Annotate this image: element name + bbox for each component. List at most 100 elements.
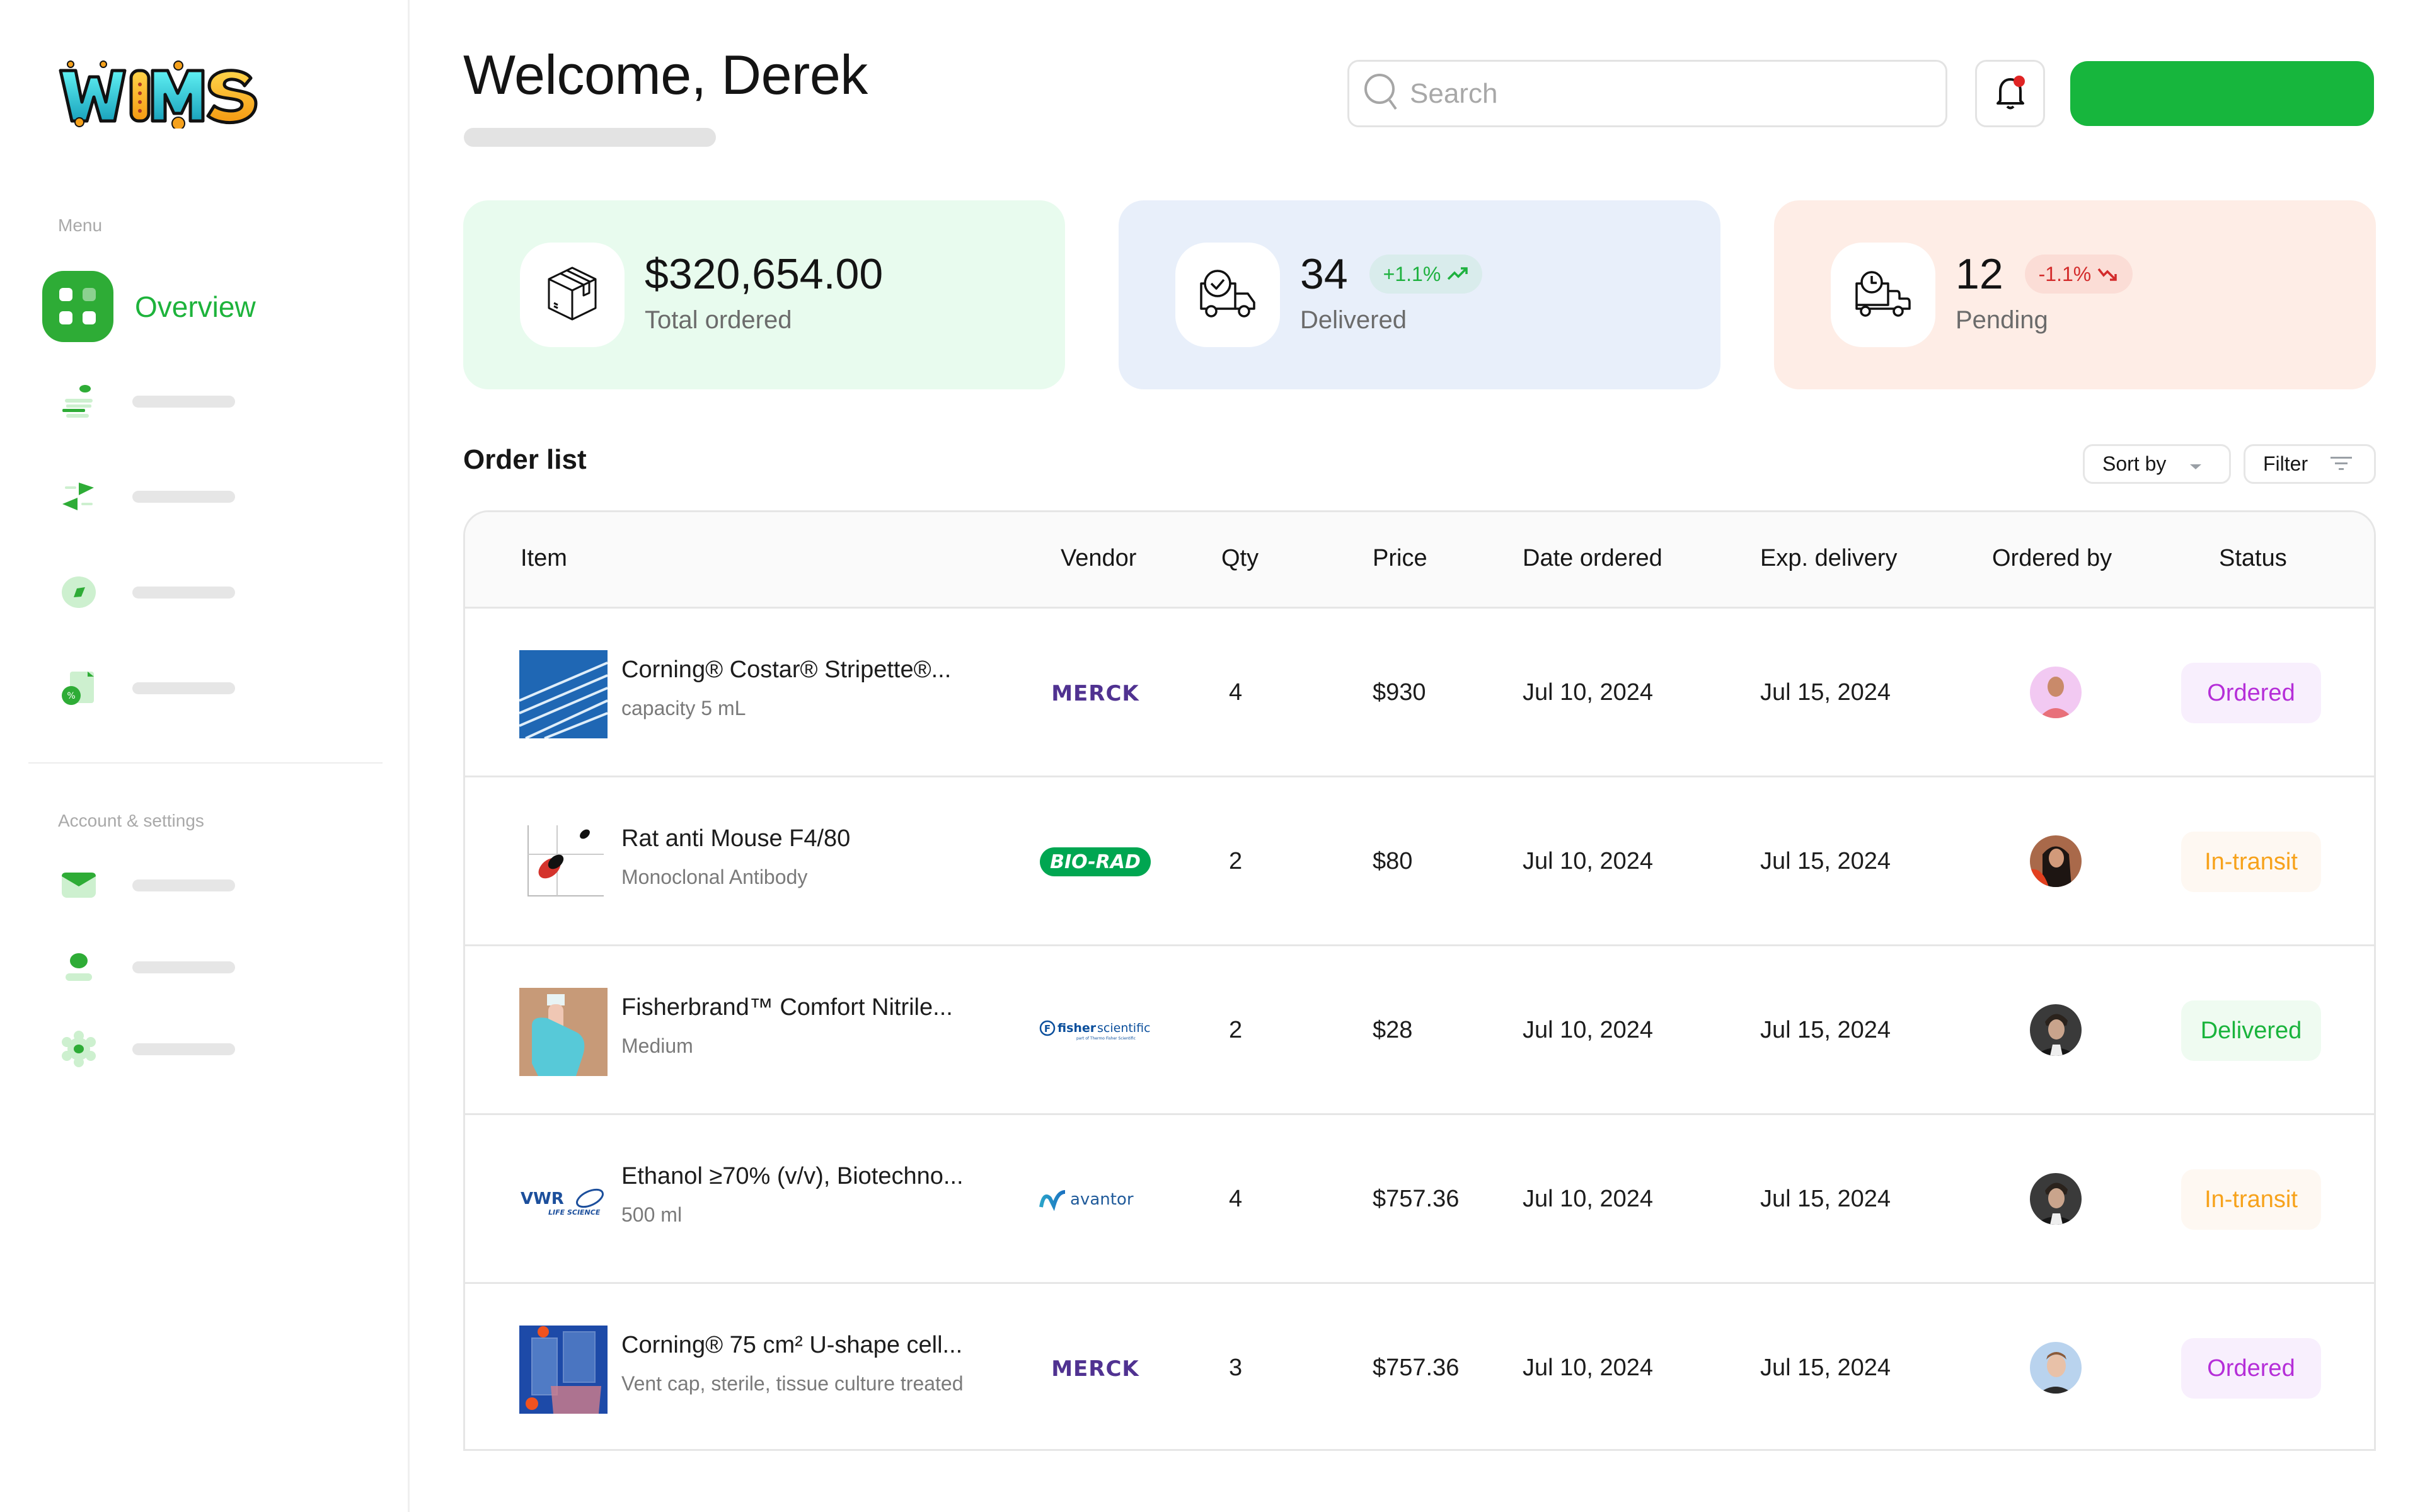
item-name[interactable]: Corning® 75 cm² U-shape cell...: [621, 1332, 962, 1359]
avatar[interactable]: [2030, 667, 2082, 718]
date-ordered-cell: Jul 10, 2024: [1523, 848, 1654, 874]
wims-logo[interactable]: [57, 58, 260, 130]
price-cell: $930: [1373, 679, 1426, 706]
trend-badge: -1.1%: [2024, 255, 2133, 294]
date-ordered-cell: Jul 10, 2024: [1523, 1354, 1654, 1381]
avatar[interactable]: [2030, 1173, 2082, 1225]
vendor-logo-merck: MERCK: [1032, 1349, 1158, 1387]
svg-text:avantor: avantor: [1070, 1190, 1134, 1209]
sidebar-item-placeholder: [132, 879, 235, 891]
sidebar-item-profile[interactable]: [50, 939, 302, 995]
item-description: Vent cap, sterile, tissue culture treate…: [621, 1372, 964, 1395]
column-header-vendor[interactable]: Vendor: [1061, 545, 1136, 572]
trend-up-icon: [1448, 267, 1468, 280]
qty-cell: 2: [1229, 1017, 1243, 1043]
search-box[interactable]: [1347, 60, 1947, 127]
sort-by-button[interactable]: Sort by: [2083, 444, 2231, 484]
sidebar-item-overview[interactable]: Overview: [42, 271, 256, 342]
primary-action-button[interactable]: [2070, 61, 2374, 126]
stat-card-total-ordered: $320,654.00 Total ordered: [463, 200, 1065, 389]
trend-badge: +1.1%: [1369, 255, 1483, 294]
item-thumbnail: VWR LIFE SCIENCE: [519, 1157, 608, 1245]
trend-down-icon: [2097, 268, 2117, 281]
sidebar-item-transfer[interactable]: [50, 468, 302, 525]
avatar[interactable]: [2030, 1342, 2082, 1394]
table-row[interactable]: Rat anti Mouse F4/80 Monoclonal Antibody…: [465, 777, 2374, 946]
table-row[interactable]: Fisherbrand™ Comfort Nitrile... Medium F…: [465, 946, 2374, 1115]
column-header-ordered-by[interactable]: Ordered by: [1992, 545, 2112, 572]
user-icon: [50, 939, 107, 995]
search-input[interactable]: [1410, 77, 1927, 110]
filter-button[interactable]: Filter: [2244, 444, 2376, 484]
order-table: Item Vendor Qty Price Date ordered Exp. …: [463, 510, 2376, 1451]
stat-card-pending: 12 -1.1% Pending: [1774, 200, 2376, 389]
exp-delivery-cell: Jul 15, 2024: [1760, 679, 1891, 706]
sidebar-item-placeholder: [132, 961, 235, 973]
stat-caption: Delivered: [1300, 306, 1407, 334]
exp-delivery-cell: Jul 15, 2024: [1760, 848, 1891, 874]
qty-cell: 4: [1229, 1186, 1243, 1212]
account-section-label: Account & settings: [58, 811, 204, 830]
grid-icon: [42, 271, 113, 342]
column-header-qty[interactable]: Qty: [1221, 545, 1259, 572]
sidebar-item-invoice[interactable]: %: [50, 660, 302, 716]
svg-text:VWR: VWR: [521, 1189, 564, 1208]
stat-caption: Total ordered: [645, 306, 792, 334]
invoice-icon: %: [50, 660, 107, 716]
stat-caption: Pending: [1956, 306, 2048, 334]
compass-icon: [50, 564, 107, 621]
item-thumbnail: [519, 650, 608, 738]
sidebar-divider: [28, 762, 383, 764]
avatar[interactable]: [2030, 1004, 2082, 1056]
svg-text:LIFE SCIENCE: LIFE SCIENCE: [548, 1208, 601, 1217]
date-ordered-cell: Jul 10, 2024: [1523, 1017, 1654, 1043]
avatar[interactable]: [2030, 835, 2082, 887]
column-header-price[interactable]: Price: [1373, 545, 1427, 572]
svg-text:MERCK: MERCK: [1051, 682, 1139, 704]
status-badge: Ordered: [2181, 663, 2321, 723]
inventory-icon: [50, 373, 107, 430]
table-row[interactable]: Corning® 75 cm² U-shape cell... Vent cap…: [465, 1284, 2374, 1449]
sidebar-item-compass[interactable]: [50, 564, 302, 621]
item-thumbnail: [519, 988, 608, 1076]
item-description: Medium: [621, 1034, 693, 1057]
sidebar-item-placeholder: [132, 586, 235, 598]
item-name[interactable]: Corning® Costar® Stripette®...: [621, 656, 951, 684]
search-icon: [1363, 72, 1400, 115]
sidebar-item-inventory[interactable]: [50, 373, 302, 430]
status-badge: Ordered: [2181, 1338, 2321, 1399]
column-header-date-ordered[interactable]: Date ordered: [1523, 545, 1662, 572]
menu-section-label: Menu: [58, 215, 103, 235]
svg-text:%: %: [67, 691, 75, 701]
date-ordered-cell: Jul 10, 2024: [1523, 1186, 1654, 1212]
item-thumbnail: [519, 819, 608, 907]
sidebar-item-settings[interactable]: [50, 1021, 302, 1077]
table-row[interactable]: Corning® Costar® Stripette®... capacity …: [465, 609, 2374, 777]
table-header: Item Vendor Qty Price Date ordered Exp. …: [465, 512, 2374, 609]
subtitle-placeholder: [464, 128, 716, 147]
svg-text:F: F: [1044, 1023, 1051, 1034]
column-header-exp-delivery[interactable]: Exp. delivery: [1760, 545, 1898, 572]
sidebar-item-messages[interactable]: [50, 857, 302, 914]
status-badge: In-transit: [2181, 1169, 2321, 1230]
vendor-logo-merck: MERCK: [1032, 674, 1158, 712]
caret-down-icon: [2189, 452, 2203, 476]
vendor-logo-fisher-scientific: Ffisher scientific part of Thermo Fisher S…: [1032, 1012, 1158, 1050]
svg-text:part of Thermo Fisher Scientif: part of Thermo Fisher Scientific: [1076, 1036, 1136, 1041]
table-row[interactable]: VWR LIFE SCIENCE Ethanol ≥70% (v/v), Biot…: [465, 1115, 2374, 1284]
notifications-button[interactable]: [1975, 60, 2045, 127]
item-description: Monoclonal Antibody: [621, 866, 808, 888]
price-cell: $757.36: [1373, 1354, 1460, 1381]
column-header-item[interactable]: Item: [521, 545, 567, 572]
column-header-status[interactable]: Status: [2219, 545, 2287, 572]
settings-icon: [50, 1021, 107, 1077]
stat-value: 34 +1.1%: [1300, 249, 1483, 299]
mail-icon: [50, 857, 107, 914]
bell-icon: [1991, 73, 2029, 114]
item-name[interactable]: Fisherbrand™ Comfort Nitrile...: [621, 994, 953, 1021]
qty-cell: 4: [1229, 679, 1243, 706]
svg-text:BIO-RAD: BIO-RAD: [1050, 851, 1141, 873]
item-name[interactable]: Ethanol ≥70% (v/v), Biotechno...: [621, 1163, 964, 1190]
item-name[interactable]: Rat anti Mouse F4/80: [621, 825, 850, 852]
qty-cell: 2: [1229, 848, 1243, 874]
